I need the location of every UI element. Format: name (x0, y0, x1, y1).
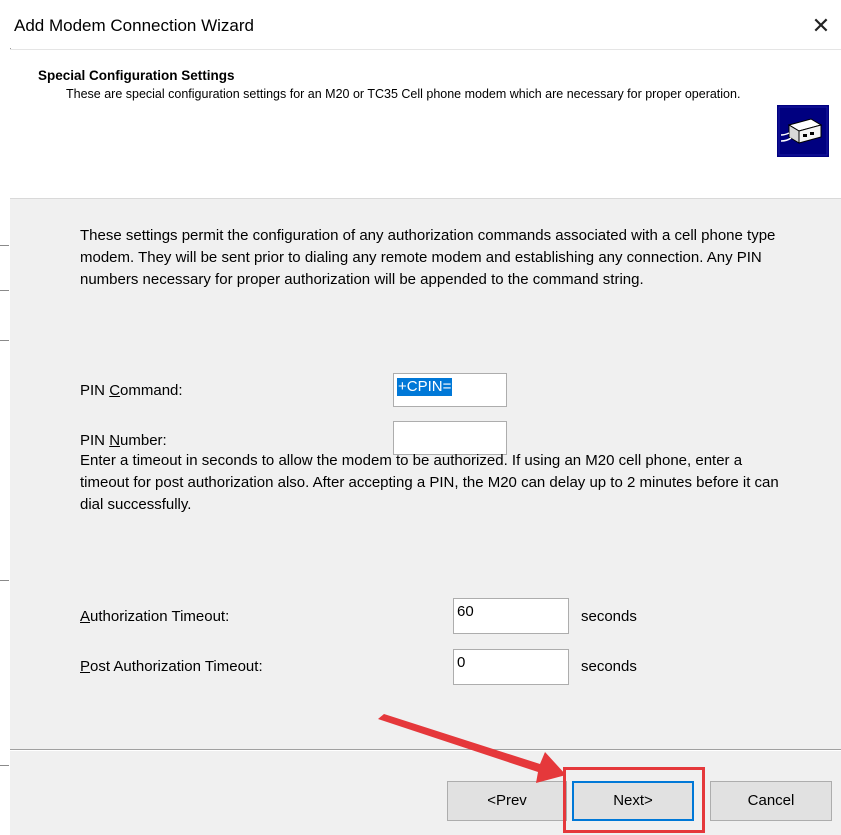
annotation-arrow (378, 714, 566, 783)
